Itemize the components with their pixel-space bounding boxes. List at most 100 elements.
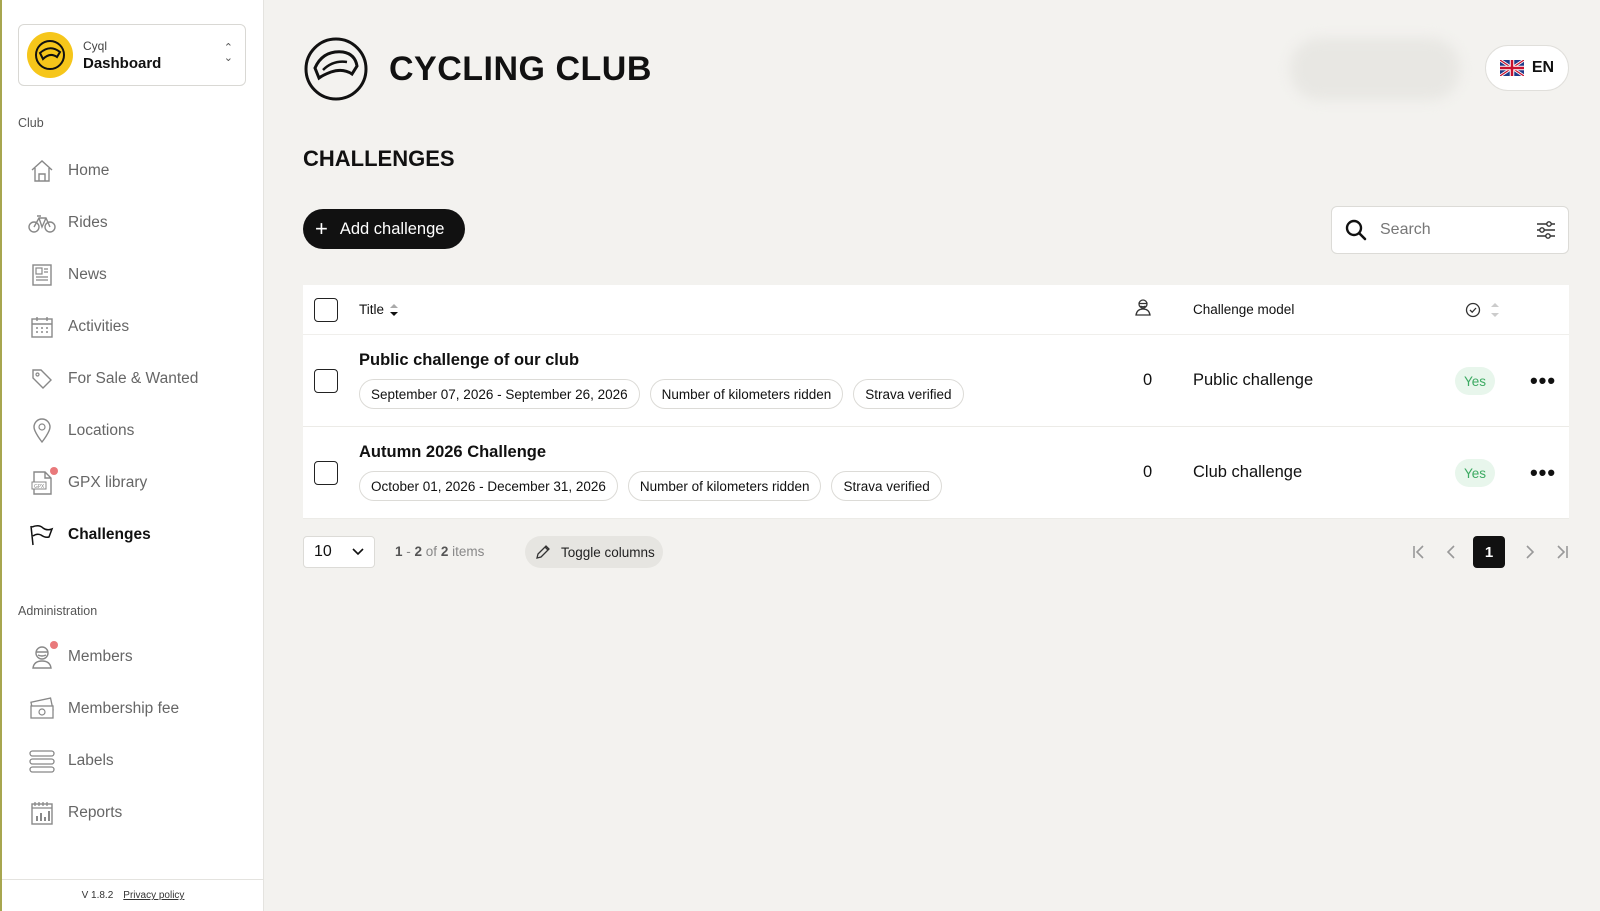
sidebar-item-label: Locations	[68, 422, 135, 439]
challenge-tags: September 07, 2026 - September 26, 2026 …	[359, 379, 964, 409]
range-end: 2	[414, 544, 423, 559]
column-title-label: Title	[359, 302, 385, 317]
range-total: 2	[440, 544, 449, 559]
sort-descending-icon	[390, 303, 399, 316]
row-checkbox[interactable]	[314, 369, 338, 393]
add-challenge-label: Add challenge	[339, 219, 445, 238]
page-button-current[interactable]: 1	[1473, 536, 1505, 568]
sidebar-item-challenges[interactable]: Challenges	[28, 520, 151, 550]
check-circle-icon	[1465, 302, 1481, 317]
labels-icon	[28, 747, 56, 775]
club-name: CYCLING CLUB	[389, 49, 652, 88]
money-icon	[28, 695, 56, 723]
row-checkbox[interactable]	[314, 461, 338, 485]
sidebar-item-for-sale-wanted[interactable]: For Sale & Wanted	[28, 364, 198, 394]
privacy-policy-link[interactable]: Privacy policy	[123, 890, 184, 901]
bicycle-icon	[28, 209, 56, 237]
column-header-verified[interactable]	[1465, 299, 1501, 321]
metric-tag: Number of kilometers ridden	[649, 379, 844, 409]
column-header-participants[interactable]	[1134, 298, 1152, 321]
challenge-title[interactable]: Public challenge of our club	[359, 351, 579, 370]
verified-badge: Yes	[1455, 459, 1495, 487]
table-row[interactable]: Public challenge of our club September 0…	[303, 335, 1569, 427]
sidebar-item-label: GPX library	[68, 474, 148, 491]
pencil-icon	[536, 545, 550, 559]
range-of: of	[425, 544, 438, 559]
cyql-logo-icon	[27, 32, 73, 78]
sidebar-footer: V 1.8.2 Privacy policy	[2, 879, 264, 911]
sidebar-item-rides[interactable]: Rides	[28, 208, 108, 238]
sidebar-item-label: For Sale & Wanted	[68, 370, 199, 387]
search-icon	[1345, 219, 1367, 241]
sidebar-item-label: Members	[68, 648, 133, 665]
section-label-club: Club	[18, 116, 44, 130]
participant-count: 0	[1143, 463, 1153, 481]
newspaper-icon	[28, 261, 56, 289]
sidebar-item-locations[interactable]: Locations	[28, 416, 134, 446]
challenge-model: Club challenge	[1193, 463, 1303, 481]
chevron-down-icon	[352, 548, 364, 556]
page-title: CHALLENGES	[303, 146, 455, 171]
filter-sliders-icon[interactable]	[1536, 221, 1556, 239]
cycling-helmet-logo-icon	[304, 37, 368, 101]
language-code: EN	[1531, 59, 1555, 76]
column-header-title[interactable]: Title	[359, 301, 400, 319]
app-name: Dashboard	[83, 54, 162, 72]
items-range-info: 1 - 2 of 2 items	[395, 544, 485, 559]
sidebar-item-home[interactable]: Home	[28, 156, 109, 186]
sidebar-item-activities[interactable]: Activities	[28, 312, 129, 342]
user-menu-redacted[interactable]	[1290, 38, 1460, 100]
verification-tag: Strava verified	[831, 471, 942, 501]
sidebar-item-label: Rides	[68, 214, 108, 231]
sidebar-item-label: Reports	[68, 804, 123, 821]
sidebar-item-membership-fee[interactable]: Membership fee	[28, 694, 179, 724]
table-row[interactable]: Autumn 2026 Challenge October 01, 2026 -…	[303, 427, 1569, 519]
page-size-value: 10	[314, 543, 332, 560]
sidebar-item-label: Membership fee	[68, 700, 180, 717]
column-header-challenge-model[interactable]: Challenge model	[1193, 302, 1294, 317]
more-options-icon[interactable]: •••	[1525, 455, 1561, 491]
range-items: items	[452, 544, 485, 559]
app-switcher[interactable]: Cyql Dashboard ⌃ ⌄	[18, 24, 246, 86]
add-challenge-button[interactable]: + Add challenge	[303, 209, 465, 249]
date-range-tag: September 07, 2026 - September 26, 2026	[359, 379, 640, 409]
more-options-icon[interactable]: •••	[1525, 363, 1561, 399]
participants-icon	[1135, 299, 1151, 316]
challenge-tags: October 01, 2026 - December 31, 2026 Num…	[359, 471, 942, 501]
sidebar-item-label: Challenges	[68, 526, 151, 543]
sidebar-item-label: Labels	[68, 752, 114, 769]
calendar-icon	[28, 313, 56, 341]
section-label-administration: Administration	[18, 604, 98, 618]
uk-flag-icon	[1499, 60, 1524, 76]
language-selector[interactable]: EN	[1485, 45, 1569, 91]
search-input[interactable]	[1380, 221, 1520, 239]
search-box	[1331, 206, 1569, 254]
verified-badge: Yes	[1455, 367, 1495, 395]
sidebar-item-members[interactable]: Members	[28, 641, 133, 672]
next-page-icon[interactable]	[1517, 540, 1541, 564]
notification-badge	[50, 467, 58, 475]
participant-count: 0	[1143, 371, 1153, 389]
challenge-title[interactable]: Autumn 2026 Challenge	[359, 443, 546, 462]
sort-icon	[1491, 302, 1499, 317]
app-version: V 1.8.2	[81, 890, 114, 901]
svg-text:GPX: GPX	[34, 484, 45, 490]
sidebar-item-gpx-library[interactable]: GPX GPX library	[28, 467, 148, 498]
pagination-bar: 10 1 - 2 of 2 items Toggle columns 1	[303, 536, 1569, 568]
sidebar-item-reports[interactable]: Reports	[28, 798, 122, 828]
select-all-checkbox[interactable]	[314, 298, 338, 322]
challenge-model: Public challenge	[1193, 371, 1314, 389]
toggle-columns-button[interactable]: Toggle columns	[525, 536, 663, 568]
sidebar-item-label: News	[68, 266, 107, 283]
tag-icon	[28, 365, 56, 393]
page-size-select[interactable]: 10	[303, 536, 375, 568]
location-pin-icon	[28, 417, 56, 445]
first-page-icon[interactable]	[1407, 540, 1431, 564]
last-page-icon[interactable]	[1550, 540, 1574, 564]
gpx-file-icon: GPX	[28, 467, 58, 497]
sidebar-item-news[interactable]: News	[28, 260, 107, 290]
reports-icon	[28, 799, 56, 827]
previous-page-icon[interactable]	[1440, 540, 1464, 564]
sidebar-item-labels[interactable]: Labels	[28, 746, 114, 776]
flag-icon	[28, 521, 56, 549]
